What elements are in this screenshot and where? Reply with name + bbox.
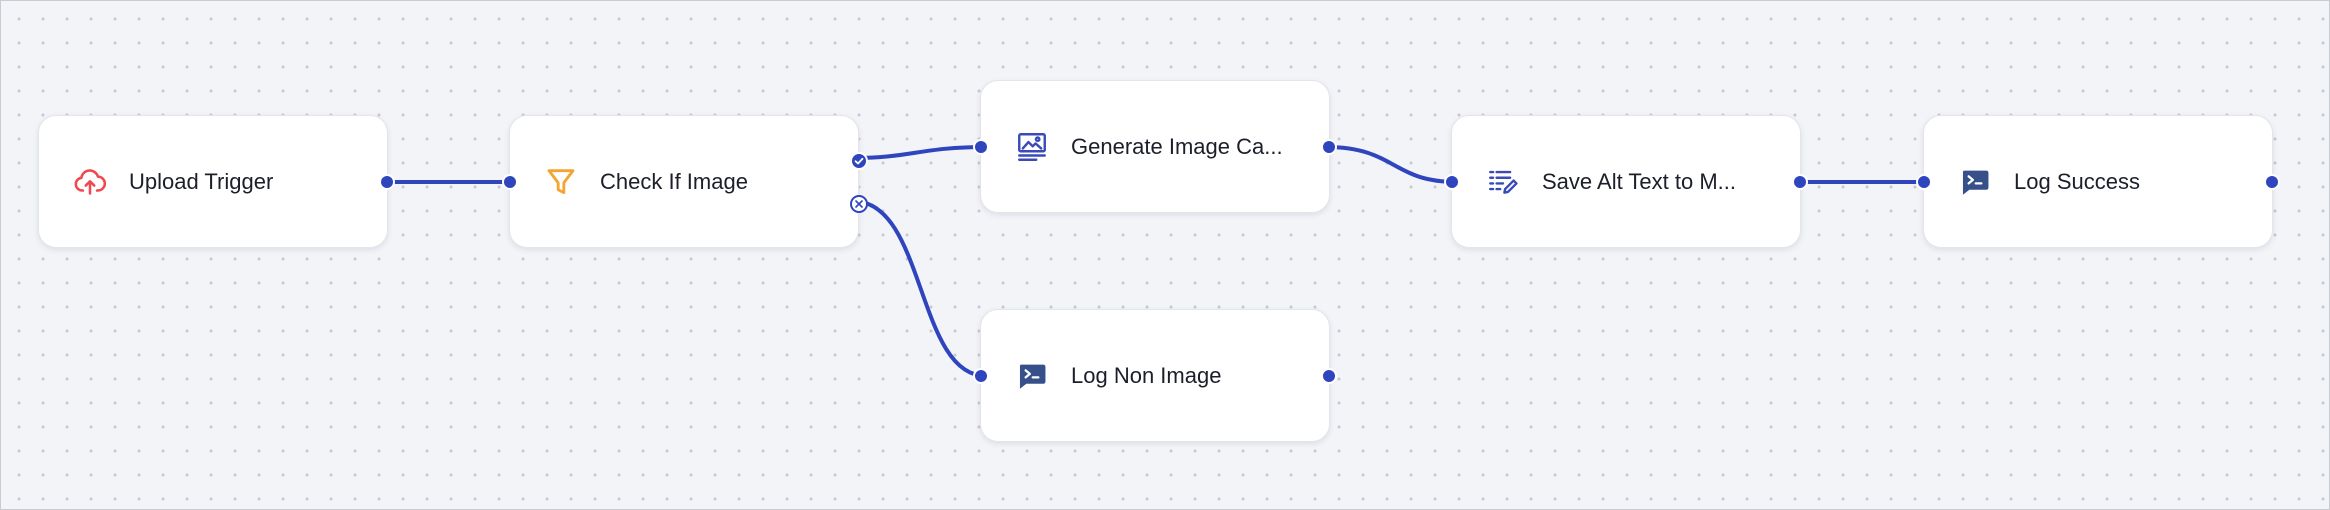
true-branch-port[interactable] xyxy=(850,152,868,170)
filter-funnel-icon xyxy=(542,163,580,201)
edge-check-true-to-generate[interactable] xyxy=(851,145,988,160)
output-port[interactable] xyxy=(1792,174,1808,190)
terminal-icon xyxy=(1013,357,1051,395)
x-circle-icon xyxy=(855,200,863,208)
input-port[interactable] xyxy=(973,368,989,384)
node-save-alt-text[interactable]: Save Alt Text to M... xyxy=(1444,115,1808,248)
edge-generate-to-save[interactable] xyxy=(1324,145,1459,184)
terminal-icon xyxy=(1956,163,1994,201)
node-label: Check If Image xyxy=(600,168,748,194)
input-port[interactable] xyxy=(973,139,989,155)
node-label: Log Success xyxy=(2014,168,2140,194)
node-generate-image-caption[interactable]: Generate Image Ca... xyxy=(973,80,1337,213)
edge-check-false-to-log-non-image[interactable] xyxy=(851,199,988,378)
node-check-if-image[interactable]: Check If Image xyxy=(502,115,868,248)
node-label: Save Alt Text to M... xyxy=(1542,168,1737,194)
check-icon xyxy=(854,157,864,165)
text-edit-icon xyxy=(1484,163,1522,201)
output-port[interactable] xyxy=(1321,368,1337,384)
node-label: Upload Trigger xyxy=(129,168,274,194)
node-log-success[interactable]: Log Success xyxy=(1916,115,2280,248)
node-log-non-image[interactable]: Log Non Image xyxy=(973,309,1337,442)
input-port[interactable] xyxy=(1916,174,1932,190)
node-upload-trigger[interactable]: Upload Trigger xyxy=(38,115,395,248)
output-port[interactable] xyxy=(1321,139,1337,155)
output-port[interactable] xyxy=(379,174,395,190)
output-port[interactable] xyxy=(2264,174,2280,190)
input-port[interactable] xyxy=(1444,174,1460,190)
cloud-upload-icon xyxy=(71,163,109,201)
workflow-canvas[interactable]: Upload Trigger Check If Image Generate I… xyxy=(0,0,2330,510)
node-label: Generate Image Ca... xyxy=(1071,133,1283,159)
image-caption-icon xyxy=(1013,128,1051,166)
node-label: Log Non Image xyxy=(1071,362,1222,388)
input-port[interactable] xyxy=(502,174,518,190)
false-branch-port[interactable] xyxy=(850,195,868,213)
